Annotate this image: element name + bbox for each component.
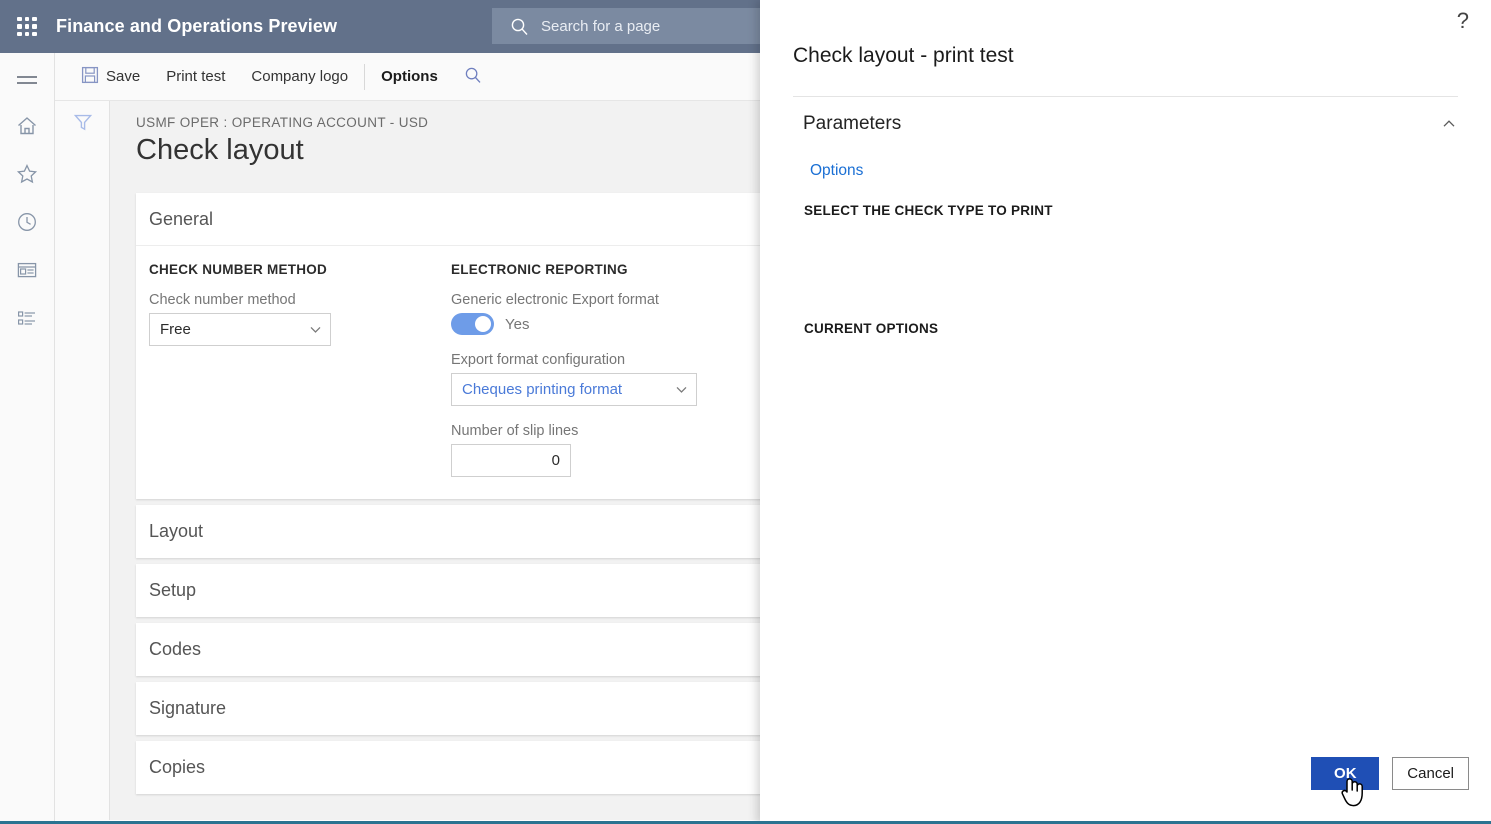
chevron-up-icon	[1440, 115, 1458, 133]
sidebar-item-modules[interactable]	[0, 296, 55, 344]
options-link[interactable]: Options	[810, 162, 863, 180]
generic-export-format-label: Generic electronic Export format	[451, 292, 753, 308]
help-question-icon[interactable]: ?	[1457, 10, 1469, 32]
check-number-method-label: Check number method	[149, 292, 451, 308]
number-of-slip-lines-input[interactable]: 0	[451, 444, 571, 477]
options-tab[interactable]: Options	[368, 53, 451, 101]
command-bar-search-button[interactable]	[451, 53, 495, 101]
command-bar-separator	[364, 64, 365, 90]
check-number-method-group-header: CHECK NUMBER METHOD	[149, 262, 451, 277]
global-search-placeholder: Search for a page	[541, 18, 660, 35]
current-options-group-header: CURRENT OPTIONS	[804, 321, 938, 336]
filter-funnel-icon	[72, 111, 94, 138]
check-type-group-header: SELECT THE CHECK TYPE TO PRINT	[804, 203, 1053, 218]
ok-button[interactable]: OK	[1311, 757, 1379, 790]
filter-rail	[55, 101, 110, 820]
check-number-method-select[interactable]: Free	[149, 313, 331, 346]
dialog-divider	[793, 96, 1458, 97]
save-button[interactable]: Save	[68, 53, 153, 101]
home-icon	[16, 115, 38, 142]
hamburger-menu-icon[interactable]	[0, 56, 55, 104]
company-logo-button[interactable]: Company logo	[238, 53, 361, 101]
filter-button[interactable]	[55, 101, 110, 147]
workspace-icon	[16, 259, 38, 286]
clock-icon	[16, 211, 38, 238]
check-number-method-value: Free	[160, 321, 308, 338]
app-title: Finance and Operations Preview	[56, 16, 337, 37]
sidebar-item-recent[interactable]	[0, 200, 55, 248]
electronic-reporting-group-header: ELECTRONIC REPORTING	[451, 262, 753, 277]
sidebar-item-workspaces[interactable]	[0, 248, 55, 296]
search-icon	[510, 17, 529, 36]
parameters-section-header[interactable]: Parameters	[803, 113, 1458, 135]
export-format-configuration-select[interactable]: Cheques printing format	[451, 373, 697, 406]
export-format-configuration-value: Cheques printing format	[462, 381, 674, 398]
cancel-button[interactable]: Cancel	[1392, 757, 1469, 790]
save-label: Save	[106, 68, 140, 85]
dialog-button-group: OK Cancel	[1311, 757, 1469, 790]
print-test-dialog: ? Check layout - print test Parameters O…	[760, 0, 1491, 824]
chevron-down-icon	[308, 322, 323, 337]
dialog-title: Check layout - print test	[793, 44, 1014, 68]
save-floppy-icon	[81, 66, 99, 88]
generic-export-format-value: Yes	[505, 316, 529, 333]
chevron-down-icon	[674, 382, 689, 397]
app-launcher-icon[interactable]	[14, 14, 40, 40]
electronic-reporting-column: ELECTRONIC REPORTING Generic electronic …	[451, 262, 753, 477]
number-of-slip-lines-label: Number of slip lines	[451, 423, 753, 439]
sidebar-item-home[interactable]	[0, 104, 55, 152]
check-number-method-column: CHECK NUMBER METHOD Check number method …	[149, 262, 451, 477]
list-icon	[16, 307, 38, 334]
print-test-button[interactable]: Print test	[153, 53, 238, 101]
parameters-label: Parameters	[803, 113, 901, 135]
star-icon	[16, 163, 38, 190]
left-navigation-rail	[0, 53, 55, 824]
app-root: Finance and Operations Preview Search fo…	[0, 0, 1491, 824]
export-format-configuration-label: Export format configuration	[451, 352, 753, 368]
generic-export-format-toggle-row: Yes	[451, 313, 753, 335]
search-icon	[464, 66, 482, 88]
generic-export-format-toggle[interactable]	[451, 313, 494, 335]
sidebar-item-favorites[interactable]	[0, 152, 55, 200]
